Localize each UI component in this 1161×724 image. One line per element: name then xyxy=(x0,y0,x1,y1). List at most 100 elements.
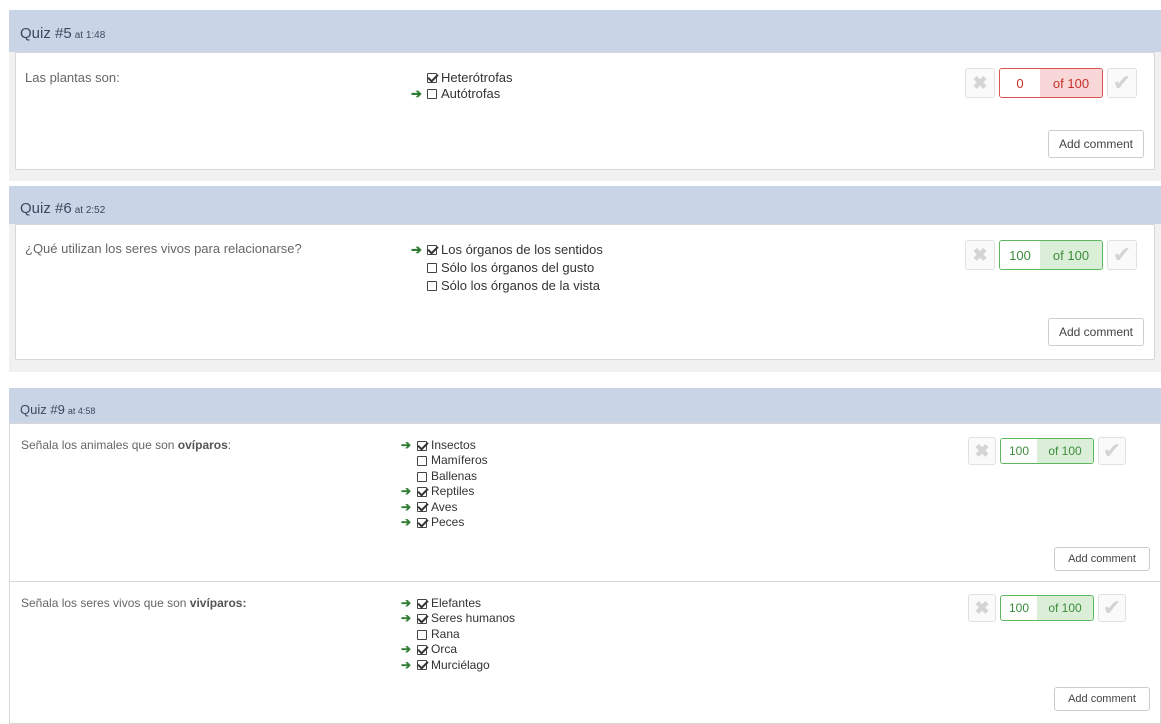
answer-item: Sólo los órganos de la vista xyxy=(411,277,603,295)
arrow-right-icon: ➔ xyxy=(401,515,412,530)
answer-label: Heterótrofas xyxy=(441,70,513,85)
score-value[interactable]: 0 xyxy=(1000,69,1040,97)
quiz-title: Quiz #5 xyxy=(20,25,72,42)
arrow-right-icon: ➔ xyxy=(401,484,412,499)
answer-label: Murciélago xyxy=(431,657,490,672)
quiz-time: at 4:58 xyxy=(67,406,96,416)
check-icon: ✔ xyxy=(1102,438,1122,463)
answer-label: Seres humanos xyxy=(431,611,516,626)
checkbox-checked-icon xyxy=(417,660,427,671)
question-text: Señala los animales que son ovíparos: xyxy=(21,438,231,452)
answer-item: ➔ Los órganos de los sentidos xyxy=(411,241,603,259)
score-max: of 100 xyxy=(1037,596,1093,620)
add-comment-button[interactable]: Add comment xyxy=(1048,318,1144,346)
check-icon: ✔ xyxy=(1112,70,1132,95)
quiz-title: Quiz #9 xyxy=(20,402,65,417)
answer-item: Sólo los órganos del gusto xyxy=(411,259,603,277)
score-value[interactable]: 100 xyxy=(1001,596,1037,620)
score-max: of 100 xyxy=(1037,439,1093,463)
arrow-right-icon: ➔ xyxy=(401,438,412,452)
answer-item: ➔ Aves xyxy=(401,500,488,515)
quiz-time: at 1:48 xyxy=(74,30,106,41)
answer-label: Peces xyxy=(431,515,465,530)
score-value[interactable]: 100 xyxy=(1001,439,1037,463)
question-keyword: vivíparos: xyxy=(189,596,247,610)
question-divider xyxy=(10,581,1160,582)
arrow-right-icon: ➔ xyxy=(401,657,412,672)
answer-list: Heterótrofas ➔ Autótrofas xyxy=(411,70,513,102)
question-text: ¿Qué utilizan los seres vivos para relac… xyxy=(25,241,302,256)
mark-wrong-button[interactable]: ✖ xyxy=(965,240,995,270)
question-prefix: Señala los animales que son xyxy=(21,438,178,452)
answer-label: Rana xyxy=(431,626,460,641)
checkbox-empty-icon xyxy=(417,456,427,467)
mark-right-button[interactable]: ✔ xyxy=(1098,594,1126,622)
question-prefix: Señala los seres vivos que son xyxy=(21,596,190,610)
checkbox-checked-icon xyxy=(417,644,427,655)
mark-right-button[interactable]: ✔ xyxy=(1107,68,1137,98)
question-suffix: : xyxy=(227,438,232,452)
quiz-6-header: Quiz #6 at 2:52 xyxy=(9,186,1161,224)
answer-label: Sólo los órganos del gusto xyxy=(441,260,595,275)
score-controls: ✖ 100 of 100 ✔ xyxy=(968,437,1126,465)
score-field[interactable]: 100 of 100 xyxy=(1000,595,1094,621)
checkbox-checked-icon xyxy=(417,614,427,625)
mark-wrong-button[interactable]: ✖ xyxy=(965,68,995,98)
answer-label: Los órganos de los sentidos xyxy=(441,242,603,257)
answer-label: Sólo los órganos de la vista xyxy=(441,278,600,293)
quiz-5-block: Quiz #5 at 1:48 Las plantas son: Heterótr… xyxy=(9,10,1161,181)
check-icon: ✔ xyxy=(1112,242,1132,267)
x-icon: ✖ xyxy=(974,597,990,618)
add-comment-button[interactable]: Add comment xyxy=(1054,687,1150,711)
answer-list: ➔ Los órganos de los sentidos Sólo los ór… xyxy=(411,241,603,295)
quiz-9-header: Quiz #9 at 4:58 xyxy=(9,388,1161,423)
score-controls: ✖ 100 of 100 ✔ xyxy=(968,594,1126,622)
answer-label: Elefantes xyxy=(431,596,482,610)
quiz-5-header: Quiz #5 at 1:48 xyxy=(9,10,1161,52)
answer-item: ➔ Autótrofas xyxy=(411,86,513,102)
answer-item: Heterótrofas xyxy=(411,70,513,86)
question-text: Señala los seres vivos que son vivíparos… xyxy=(21,596,246,610)
answer-label: Aves xyxy=(431,499,458,514)
mark-right-button[interactable]: ✔ xyxy=(1107,240,1137,270)
checkbox-checked-icon xyxy=(427,73,437,83)
mark-wrong-button[interactable]: ✖ xyxy=(968,594,996,622)
checkbox-empty-icon xyxy=(427,263,437,273)
score-field[interactable]: 100 of 100 xyxy=(1000,438,1094,464)
checkbox-empty-icon xyxy=(417,471,427,482)
score-value[interactable]: 100 xyxy=(1000,241,1040,269)
answer-item: Rana xyxy=(401,627,515,642)
answer-list: ➔ Insectos Mamíferos Ballenas ➔ Reptiles ➔… xyxy=(401,438,488,530)
mark-wrong-button[interactable]: ✖ xyxy=(968,437,996,465)
answer-item: ➔ Elefantes xyxy=(401,596,515,611)
answer-label: Autótrofas xyxy=(441,86,501,101)
answer-label: Mamíferos xyxy=(431,453,488,468)
checkbox-checked-icon xyxy=(417,502,427,513)
score-field[interactable]: 100 of 100 xyxy=(999,240,1103,270)
arrow-right-icon: ➔ xyxy=(411,242,422,257)
answer-item: ➔ Murciélago xyxy=(401,658,515,673)
mark-right-button[interactable]: ✔ xyxy=(1098,437,1126,465)
check-icon: ✔ xyxy=(1102,595,1122,620)
arrow-right-icon: ➔ xyxy=(401,611,412,626)
checkbox-checked-icon xyxy=(417,598,427,609)
x-icon: ✖ xyxy=(974,440,990,461)
checkbox-checked-icon xyxy=(427,245,437,255)
score-field[interactable]: 0 of 100 xyxy=(999,68,1103,98)
arrow-right-icon: ➔ xyxy=(401,642,412,657)
quiz-6-question-card: ¿Qué utilizan los seres vivos para relac… xyxy=(15,224,1155,360)
checkbox-checked-icon xyxy=(417,517,427,528)
answer-label: Orca xyxy=(431,642,458,657)
quiz-6-block: Quiz #6 at 2:52 ¿Qué utilizan los seres v… xyxy=(9,186,1161,372)
answer-label: Reptiles xyxy=(431,484,475,499)
quiz-title: Quiz #6 xyxy=(20,200,72,217)
answer-item: ➔ Reptiles xyxy=(401,484,488,499)
add-comment-button[interactable]: Add comment xyxy=(1048,130,1144,158)
quiz-9-block: Quiz #9 at 4:58 Señala los animales que s… xyxy=(9,388,1161,724)
answer-item: ➔ Orca xyxy=(401,642,515,657)
score-max: of 100 xyxy=(1040,69,1102,97)
checkbox-empty-icon xyxy=(427,89,437,99)
add-comment-button[interactable]: Add comment xyxy=(1054,547,1150,571)
checkbox-checked-icon xyxy=(417,440,427,451)
score-controls: ✖ 100 of 100 ✔ xyxy=(965,240,1137,270)
